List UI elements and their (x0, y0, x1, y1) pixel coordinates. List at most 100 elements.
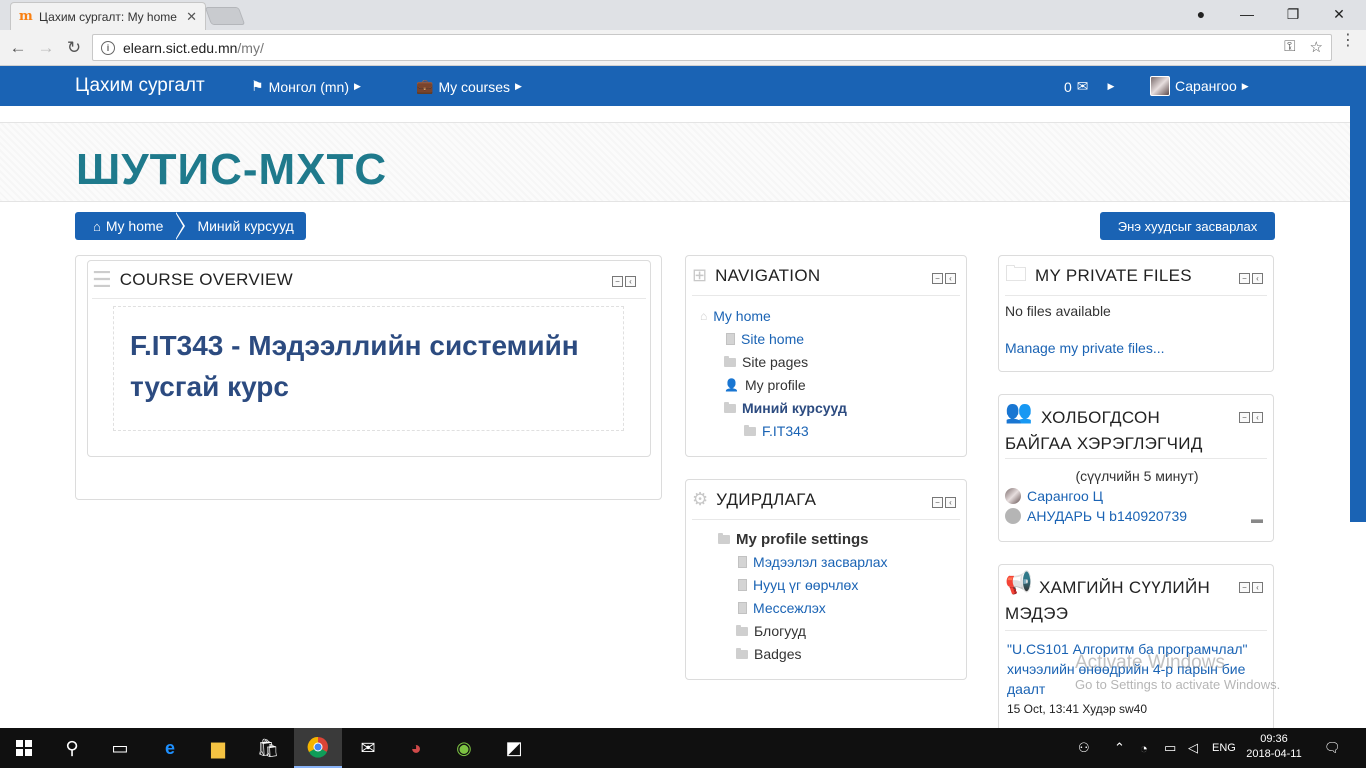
folder-icon (744, 424, 756, 436)
avatar (1150, 76, 1170, 96)
online-user-name: АНУДАРЬ Ч b140920739 (1027, 508, 1188, 524)
message-icon[interactable]: ▬ (1251, 512, 1263, 526)
dock-icon[interactable]: ‹ (945, 497, 956, 508)
tab-close-icon[interactable]: ✕ (186, 9, 197, 25)
admin-item-messaging[interactable]: Мессежлэх (738, 600, 826, 616)
my-courses-menu[interactable]: 💼 My courses ▶ (416, 78, 522, 95)
dock-icon[interactable]: ‹ (625, 276, 636, 287)
task-view-icon[interactable]: ▭ (96, 728, 144, 768)
collapse-icon[interactable]: − (612, 276, 623, 287)
edge-icon[interactable]: e (146, 728, 194, 768)
tray-chevron-up-icon[interactable]: ⌃ (1114, 728, 1125, 768)
back-button[interactable]: ← (6, 36, 30, 60)
messages-menu[interactable]: 0 ✉ ▶ (1064, 78, 1114, 95)
news-item-meta: 15 Oct, 13:41 Худэр sw40 (1007, 702, 1148, 716)
nav-item-label: Site pages (742, 354, 809, 370)
admin-item-edit-profile[interactable]: Мэдээлэл засварлах (738, 554, 888, 570)
list-icon: ☰ (92, 266, 112, 292)
browser-menu-icon[interactable]: ⋮ (1340, 33, 1356, 49)
collapse-icon[interactable]: − (932, 497, 943, 508)
dock-icon[interactable]: ‹ (1252, 273, 1263, 284)
no-files-text: No files available (1005, 303, 1111, 319)
new-tab-button[interactable] (204, 7, 246, 25)
online-user-row[interactable]: АНУДАРЬ Ч b140920739 (1005, 508, 1187, 524)
collapse-icon[interactable]: − (1239, 412, 1250, 423)
taskbar: ⚲ ▭ e ▆ 🛍 ✉ ◕ ◉ ◩ ⚇ ⌃ ◔ ▭ ◁ ENG 09:36 20… (0, 728, 1366, 768)
site-navbar: Цахим сургалт ⚑ Монгол (mn) ▶ 💼 My cours… (0, 66, 1366, 106)
input-language[interactable]: ENG (1212, 728, 1236, 768)
notifications-icon[interactable]: 🗨 (1324, 728, 1341, 768)
sitemap-icon: ⊞ (692, 265, 708, 285)
collapse-icon[interactable]: − (1239, 273, 1250, 284)
nav-item-label: F.IT343 (762, 423, 809, 439)
admin-profile-settings[interactable]: My profile settings (718, 531, 869, 548)
forward-button[interactable]: → (34, 36, 58, 60)
profile-icon[interactable]: ● (1178, 0, 1224, 28)
caret-right-icon: ▶ (515, 81, 522, 91)
paint-app-icon[interactable]: ◕ (392, 728, 440, 768)
sticky-notes-icon[interactable]: ◩ (490, 728, 538, 768)
start-windows-icon[interactable] (0, 728, 48, 768)
battery-icon[interactable]: ▭ (1164, 728, 1176, 768)
collapse-icon[interactable]: − (1239, 582, 1250, 593)
android-studio-icon[interactable]: ◉ (440, 728, 488, 768)
briefcase-icon: 💼 (416, 78, 434, 94)
wifi-icon[interactable]: ◔ (1140, 728, 1148, 768)
my-courses-label: My courses (438, 78, 511, 95)
volume-icon[interactable]: ◁ (1188, 728, 1198, 768)
page-scrollbar[interactable] (1350, 106, 1366, 522)
breadcrumb-home[interactable]: ⌂ My home (75, 212, 186, 240)
page-header: ШУТИС-МХТС (0, 122, 1350, 202)
envelope-icon: ✉ (1076, 78, 1089, 94)
admin-item-change-password[interactable]: Нууц үг өөрчлөх (738, 577, 858, 593)
store-icon[interactable]: 🛍 (244, 728, 292, 768)
admin-item-label: Мессежлэх (753, 600, 826, 616)
dock-icon[interactable]: ‹ (945, 273, 956, 284)
dock-icon[interactable]: ‹ (1252, 582, 1263, 593)
page-icon (738, 579, 747, 591)
caret-right-icon: ▶ (1107, 81, 1115, 91)
admin-item-blogs[interactable]: Блогууд (736, 623, 806, 639)
online-user-row[interactable]: Сарангоо Ц (1005, 488, 1103, 504)
collapse-icon[interactable]: − (932, 273, 943, 284)
nav-item-my-profile[interactable]: 👤 My profile (724, 377, 806, 393)
browser-tab-active[interactable]: m Цахим сургалт: My home ✕ (10, 2, 206, 30)
address-bar[interactable]: i elearn.sict.edu.mn/my/ ⚿ ☆ (92, 34, 1332, 61)
administration-block: ⚙ УДИРДЛАГА − ‹ My profile settings Мэдэ… (685, 479, 967, 680)
minimize-button[interactable]: — (1224, 0, 1270, 28)
key-icon[interactable]: ⚿ (1284, 38, 1295, 56)
nav-item-my-home[interactable]: ⌂ My home (700, 308, 771, 324)
home-icon: ⌂ (93, 218, 101, 234)
brand-link[interactable]: Цахим сургалт (75, 75, 205, 97)
bookmark-star-icon[interactable]: ☆ (1310, 38, 1323, 56)
chrome-icon[interactable] (294, 728, 342, 768)
user-menu[interactable]: Сарангоо ▶ (1150, 76, 1249, 96)
mail-icon[interactable]: ✉ (344, 728, 392, 768)
edit-page-button[interactable]: Энэ хуудсыг засварлах (1100, 212, 1275, 240)
nav-item-site-home[interactable]: Site home (726, 331, 804, 347)
breadcrumb-current[interactable]: Миний курсууд (175, 212, 306, 240)
maximize-button[interactable]: ❐ (1270, 0, 1316, 28)
dock-icon[interactable]: ‹ (1252, 412, 1263, 423)
file-explorer-icon[interactable]: ▆ (194, 728, 242, 768)
admin-item-label: Блогууд (754, 623, 806, 639)
manage-files-link[interactable]: Manage my private files... (1005, 340, 1165, 356)
block-controls: − ‹ (1239, 412, 1263, 423)
block-controls: − ‹ (1239, 582, 1263, 593)
admin-item-badges[interactable]: Badges (736, 646, 801, 662)
course-link[interactable]: F.IT343 - Мэдээллийн системийн тусгай ку… (130, 325, 600, 407)
search-icon[interactable]: ⚲ (48, 728, 96, 768)
online-users-title-line1: ХОЛБОГДСОН (1041, 408, 1161, 427)
home-icon: ⌂ (700, 309, 708, 323)
nav-item-my-courses[interactable]: Миний курсууд (724, 400, 847, 416)
site-info-icon[interactable]: i (101, 40, 115, 55)
system-clock[interactable]: 09:36 2018-04-11 (1244, 732, 1304, 762)
close-window-button[interactable]: ✕ (1316, 0, 1362, 28)
language-menu[interactable]: ⚑ Монгол (mn) ▶ (251, 78, 361, 95)
reload-button[interactable]: ↻ (62, 36, 86, 60)
nav-item-site-pages[interactable]: Site pages (724, 354, 808, 370)
nav-item-course[interactable]: F.IT343 (744, 423, 809, 439)
nav-item-label: Site home (741, 331, 805, 347)
people-icon[interactable]: ⚇ (1078, 728, 1090, 768)
admin-item-label: Мэдээлэл засварлах (753, 554, 888, 570)
